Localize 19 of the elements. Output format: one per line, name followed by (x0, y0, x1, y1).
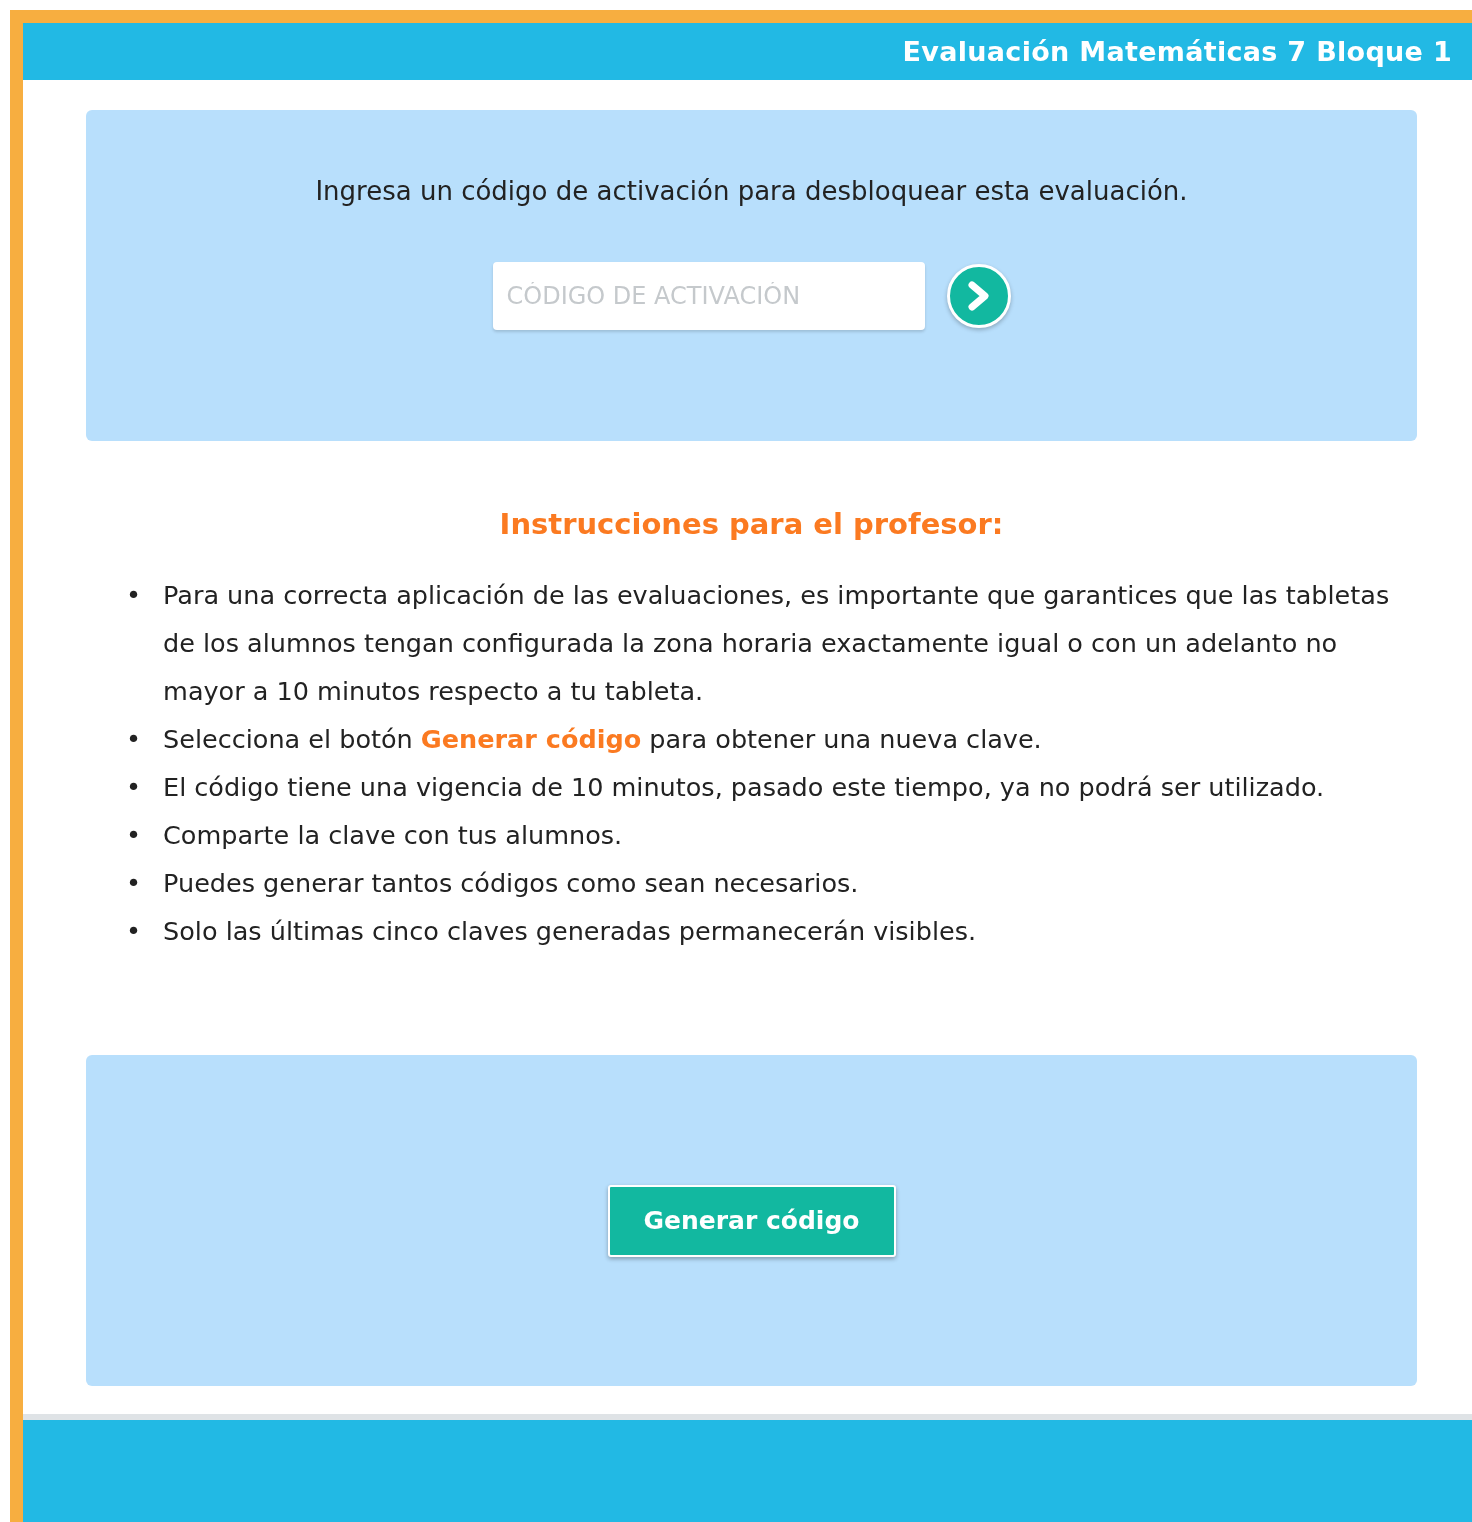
generate-code-button[interactable]: Generar código (607, 1184, 896, 1257)
chevron-right-icon (965, 280, 992, 312)
submit-button[interactable] (946, 264, 1011, 328)
instructions-title: Instrucciones para el profesor: (498, 507, 1005, 541)
instruction-item: Para una correcta aplicación de las evaluaciones, es importante que garantices que las tabletas de los alumnos tengan configurada la zona horaria exactamente igual o con un adelanto no mayor a 10 minutos respecto a tu tableta. (163, 579, 1391, 708)
bullet-mark: • (126, 723, 142, 756)
activation-prompt: Ingresa un código de activación para desbloquear esta evaluación. (315, 176, 1188, 206)
instruction-item: Comparte la clave con tus alumnos. (163, 819, 623, 852)
instruction-item: Solo las últimas cinco claves generadas permanecerán visibles. (163, 915, 977, 948)
instruction-item: El código tiene una vigencia de 10 minutos, pasado este tiempo, ya no podrá ser utilizado. (163, 771, 1325, 804)
bullet-mark: • (126, 915, 142, 948)
instruction-item: Selecciona el botón Generar código para obtener una nueva clave. (163, 723, 1042, 756)
instruction-item: Puedes generar tantos códigos como sean necesarios. (163, 867, 859, 900)
bullet-mark: • (126, 579, 142, 612)
bullet-mark: • (126, 867, 142, 900)
bullet-mark: • (126, 819, 142, 852)
bullet-mark: • (126, 771, 142, 804)
page-title: Evaluación Matemáticas 7 Bloque 1 (902, 36, 1452, 67)
activation-code-field[interactable]: CÓDIGO DE ACTIVACIÓN (492, 262, 925, 330)
